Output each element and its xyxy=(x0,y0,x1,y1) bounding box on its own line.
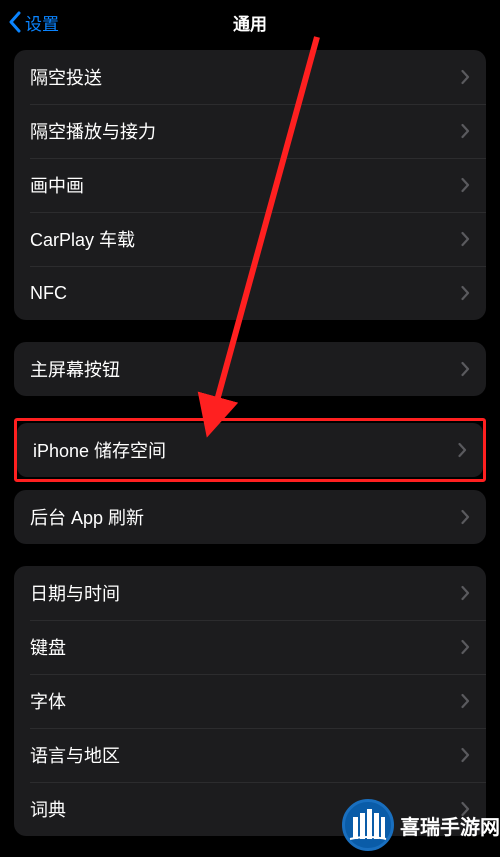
item-language-region[interactable]: 语言与地区 xyxy=(14,728,486,782)
item-fonts[interactable]: 字体 xyxy=(14,674,486,728)
back-button[interactable]: 设置 xyxy=(8,10,59,35)
item-iphone-storage[interactable]: iPhone 储存空间 xyxy=(17,423,483,477)
chevron-right-icon xyxy=(458,442,467,458)
chevron-right-icon xyxy=(461,123,470,139)
chevron-right-icon xyxy=(461,177,470,193)
watermark: 喜瑞手游网 xyxy=(342,799,500,851)
chevron-right-icon xyxy=(461,585,470,601)
chevron-right-icon xyxy=(461,639,470,655)
item-label: 日期与时间 xyxy=(30,580,120,606)
item-airdrop[interactable]: 隔空投送 xyxy=(14,50,486,104)
item-label: iPhone 储存空间 xyxy=(33,437,166,463)
item-label: 语言与地区 xyxy=(30,742,120,768)
item-keyboard[interactable]: 键盘 xyxy=(14,620,486,674)
settings-group-3: 后台 App 刷新 xyxy=(14,490,486,544)
settings-group-4: 日期与时间 键盘 字体 语言与地区 词典 xyxy=(14,566,486,836)
chevron-right-icon xyxy=(461,231,470,247)
page-title: 通用 xyxy=(233,10,267,35)
item-airplay-handoff[interactable]: 隔空播放与接力 xyxy=(14,104,486,158)
item-background-app-refresh[interactable]: 后台 App 刷新 xyxy=(14,490,486,544)
navigation-header: 设置 通用 xyxy=(0,0,500,44)
item-label: NFC xyxy=(30,283,67,304)
chevron-right-icon xyxy=(461,747,470,763)
item-label: 后台 App 刷新 xyxy=(30,504,144,530)
highlight-annotation: iPhone 储存空间 xyxy=(14,418,486,482)
chevron-right-icon xyxy=(461,509,470,525)
watermark-text: 喜瑞手游网 xyxy=(400,811,500,840)
item-label: 字体 xyxy=(30,688,66,714)
item-label: 键盘 xyxy=(30,634,66,660)
item-label: 词典 xyxy=(30,796,66,822)
item-home-button[interactable]: 主屏幕按钮 xyxy=(14,342,486,396)
settings-group-1: 隔空投送 隔空播放与接力 画中画 CarPlay 车载 NFC xyxy=(14,50,486,320)
chevron-right-icon xyxy=(461,69,470,85)
watermark-logo-icon xyxy=(342,799,394,851)
item-picture-in-picture[interactable]: 画中画 xyxy=(14,158,486,212)
item-label: 画中画 xyxy=(30,172,84,198)
item-label: 隔空投送 xyxy=(30,64,102,90)
content: 隔空投送 隔空播放与接力 画中画 CarPlay 车载 NFC xyxy=(0,50,500,836)
item-date-time[interactable]: 日期与时间 xyxy=(14,566,486,620)
chevron-right-icon xyxy=(461,361,470,377)
item-label: CarPlay 车载 xyxy=(30,226,135,252)
item-label: 主屏幕按钮 xyxy=(30,356,120,382)
chevron-right-icon xyxy=(461,693,470,709)
item-label: 隔空播放与接力 xyxy=(30,118,156,144)
chevron-left-icon xyxy=(8,11,21,33)
settings-group-2: 主屏幕按钮 xyxy=(14,342,486,396)
back-label: 设置 xyxy=(25,10,59,35)
item-carplay[interactable]: CarPlay 车载 xyxy=(14,212,486,266)
chevron-right-icon xyxy=(461,285,470,301)
item-nfc[interactable]: NFC xyxy=(14,266,486,320)
